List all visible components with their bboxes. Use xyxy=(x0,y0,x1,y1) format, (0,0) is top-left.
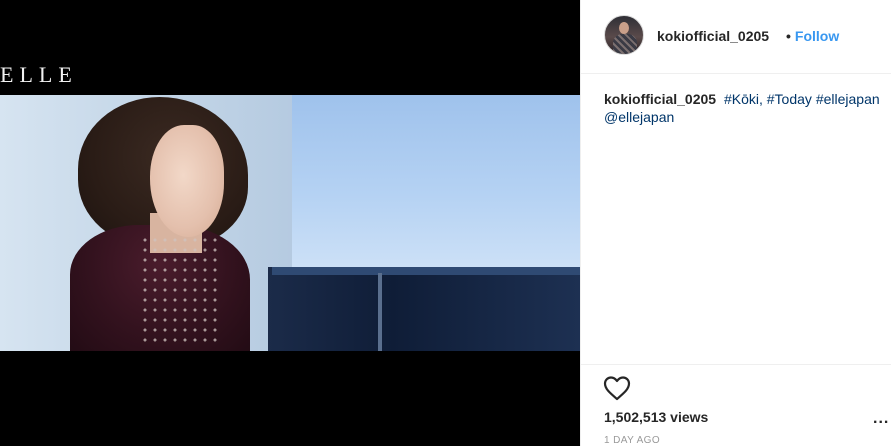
studio-curtain xyxy=(268,267,580,351)
jacket-studs xyxy=(140,235,220,345)
caption-username-link[interactable]: kokiofficial_0205 xyxy=(604,91,716,107)
post-caption: kokiofficial_0205 #Kōki, #Today #ellejap… xyxy=(604,90,888,126)
more-options-icon[interactable]: ... xyxy=(873,410,889,428)
follow-separator: • xyxy=(786,28,791,44)
post-sidebar: kokiofficial_0205 • Follow kokiofficial_0… xyxy=(580,0,891,446)
mention-ellejapan[interactable]: @ellejapan xyxy=(604,109,674,125)
follow-label: Follow xyxy=(794,28,840,44)
elle-watermark: ELLE xyxy=(0,62,78,87)
avatar-face xyxy=(619,22,629,34)
video-frame xyxy=(0,95,580,351)
curtain-rail xyxy=(272,267,580,275)
heart-icon[interactable] xyxy=(603,375,631,401)
hashtag-ellejapan[interactable]: #ellejapan xyxy=(816,91,880,107)
avatar[interactable] xyxy=(604,15,644,55)
hashtag-today[interactable]: #Today xyxy=(767,91,812,107)
hashtag-koki[interactable]: #Kōki, xyxy=(724,91,763,107)
post-footer: 1,502,513 views ... 1 DAY AGO xyxy=(581,364,891,446)
follow-button[interactable]: • Follow xyxy=(786,28,839,44)
studio-light-panel xyxy=(292,95,580,277)
light-stand xyxy=(378,273,382,351)
view-count: 1,502,513 views xyxy=(604,409,709,425)
instagram-post: ELLE kokiofficial_0205 • Follow kokioffi… xyxy=(0,0,891,446)
avatar-body xyxy=(613,34,637,54)
post-header: kokiofficial_0205 • Follow xyxy=(581,0,891,74)
subject-face xyxy=(150,125,224,237)
video-player[interactable]: ELLE xyxy=(0,0,580,446)
header-username-link[interactable]: kokiofficial_0205 xyxy=(657,28,769,44)
post-timestamp[interactable]: 1 DAY AGO xyxy=(604,435,660,446)
